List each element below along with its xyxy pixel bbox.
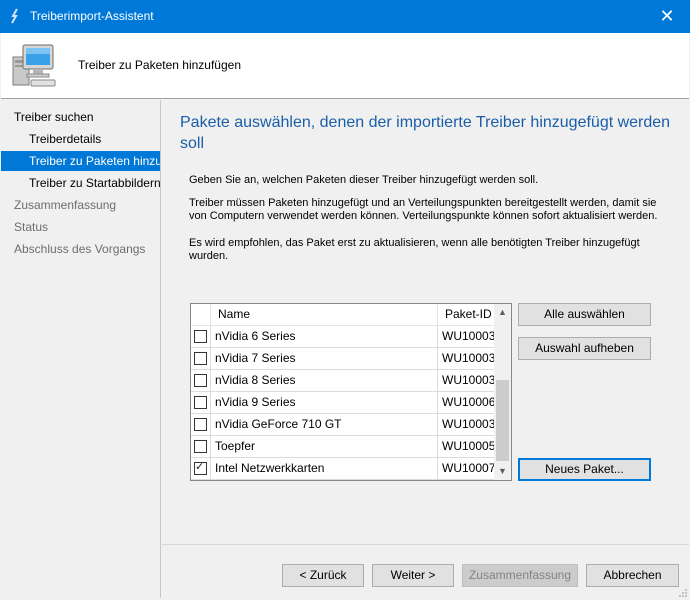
row-checkbox[interactable] (194, 440, 207, 453)
main-content: Pakete auswählen, denen der importierte … (162, 100, 689, 544)
grid-header: Name Paket-ID (191, 304, 496, 326)
wizard-app-icon (11, 8, 18, 24)
header-title: Treiber zu Paketen hinzufügen (78, 58, 241, 72)
table-row[interactable]: nVidia 7 Series WU10003A (191, 348, 496, 370)
intro-text: Geben Sie an, welchen Paketen dieser Tre… (189, 174, 539, 186)
info-text: Treiber müssen Paketen hinzugefügt und a… (189, 197, 658, 222)
table-row[interactable]: nVidia 6 Series WU100039 (191, 326, 496, 348)
checkmark-icon: ✓ (195, 461, 205, 473)
window-title: Treiberimport-Assistent (30, 9, 154, 23)
table-row[interactable]: nVidia 9 Series WU100062 (191, 392, 496, 414)
package-id: WU10003F (442, 417, 496, 431)
step-treiber-zu-paketen: Treiber zu Paketen hinzufügen (1, 151, 160, 171)
package-grid[interactable]: Name Paket-ID nVidia 6 Series WU100039 n… (190, 303, 512, 481)
package-name: nVidia 8 Series (212, 370, 438, 392)
package-name: nVidia 6 Series (212, 326, 438, 348)
row-checkbox[interactable] (194, 374, 207, 387)
package-id: WU100039 (442, 329, 496, 343)
step-treiberdetails: Treiberdetails (29, 132, 102, 146)
table-row[interactable]: nVidia 8 Series WU10003B (191, 370, 496, 392)
package-id: WU10003A (442, 351, 496, 365)
table-row[interactable]: nVidia GeForce 710 GT WU10003F (191, 414, 496, 436)
grid-vertical-scrollbar[interactable]: ▲ ▼ (494, 304, 511, 480)
row-checkbox[interactable] (194, 352, 207, 365)
recommendation-text: Es wird empfohlen, das Paket erst zu akt… (189, 237, 640, 262)
deselect-all-button[interactable]: Auswahl aufheben (518, 337, 651, 360)
table-row[interactable]: Toepfer WU100052 (191, 436, 496, 458)
step-abschluss: Abschluss des Vorgangs (14, 242, 146, 256)
next-button[interactable]: Weiter > (372, 564, 454, 587)
close-button[interactable]: ✕ (644, 0, 690, 33)
column-header-name[interactable]: Name (212, 304, 438, 325)
row-checkbox[interactable] (194, 330, 207, 343)
resize-grip-icon[interactable] (678, 588, 688, 598)
package-id: WU100062 (442, 395, 496, 409)
computer-icon (12, 44, 56, 87)
row-checkbox[interactable] (194, 418, 207, 431)
scroll-up-icon[interactable]: ▲ (494, 304, 511, 321)
step-status: Status (14, 220, 49, 234)
table-row[interactable]: ✓ Intel Netzwerkkarten WU10007E (191, 458, 496, 480)
cancel-button[interactable]: Abbrechen (586, 564, 679, 587)
scroll-down-icon[interactable]: ▼ (494, 463, 511, 480)
select-all-button[interactable]: Alle auswählen (518, 303, 651, 326)
step-treiber-suchen: Treiber suchen (14, 110, 94, 124)
step-treiber-zu-startabbildern: Treiber zu Startabbildern (29, 176, 161, 190)
page-title: Pakete auswählen, denen der importierte … (180, 114, 671, 152)
back-button[interactable]: < Zurück (282, 564, 364, 587)
row-checkbox[interactable] (194, 396, 207, 409)
package-id: WU10007E (442, 461, 496, 475)
package-name: Toepfer (212, 436, 438, 458)
wizard-footer: < Zurück Weiter > Zusammenfassung Abbrec… (162, 544, 689, 598)
grid-rows: nVidia 6 Series WU100039 nVidia 7 Series… (191, 326, 496, 480)
summary-button: Zusammenfassung (462, 564, 578, 587)
row-checkbox[interactable]: ✓ (194, 461, 207, 475)
wizard-steps-sidebar: Treiber suchen Treiberdetails Treiber zu… (1, 100, 161, 598)
close-icon: ✕ (659, 6, 675, 26)
header-checkbox-column (191, 304, 211, 325)
package-name: nVidia 7 Series (212, 348, 438, 370)
package-id: WU100052 (442, 439, 496, 453)
package-name: nVidia 9 Series (212, 392, 438, 414)
step-zusammenfassung: Zusammenfassung (14, 198, 117, 212)
package-name: nVidia GeForce 710 GT (212, 414, 438, 436)
new-package-button[interactable]: Neues Paket... (518, 458, 651, 481)
wizard-header: Treiber zu Paketen hinzufügen (1, 33, 689, 99)
package-id: WU10003B (442, 373, 496, 387)
column-header-package-id[interactable]: Paket-ID (439, 304, 496, 325)
package-name: Intel Netzwerkkarten (212, 458, 438, 480)
scroll-thumb[interactable] (496, 380, 509, 461)
title-bar: Treiberimport-Assistent ✕ (0, 0, 690, 33)
